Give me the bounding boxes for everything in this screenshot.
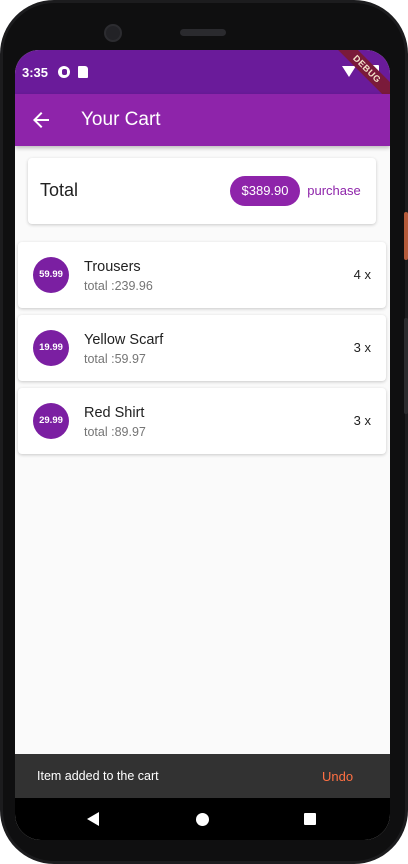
page-title: Your Cart: [81, 109, 161, 130]
sd-card-icon: [78, 66, 88, 78]
cart-content: Total $389.90 purchase 59.99 Trousers to…: [15, 146, 390, 754]
cart-item[interactable]: 19.99 Yellow Scarf total :59.97 3 x: [18, 315, 386, 381]
nav-recents-icon[interactable]: [304, 813, 316, 825]
power-button: [404, 212, 408, 260]
snackbar: Item added to the cart Undo: [15, 754, 390, 798]
undo-button[interactable]: Undo: [318, 767, 357, 786]
total-amount-chip: $389.90: [230, 176, 300, 206]
data-saver-icon: [58, 66, 70, 78]
app-bar: Your Cart: [15, 94, 390, 146]
price-avatar: 29.99: [33, 403, 69, 439]
price-avatar: 59.99: [33, 257, 69, 293]
total-label: Total: [40, 180, 79, 200]
item-quantity: 4 x: [353, 267, 371, 282]
total-card: Total $389.90 purchase: [28, 158, 376, 224]
screen: 3:35 DEBUG Your Cart Total $389.90 purch…: [15, 50, 390, 840]
snackbar-message: Item added to the cart: [37, 769, 159, 783]
back-button[interactable]: [29, 108, 53, 132]
system-nav-bar: [15, 798, 390, 840]
item-quantity: 3 x: [353, 340, 371, 355]
item-quantity: 3 x: [353, 413, 371, 428]
phone-frame: 3:35 DEBUG Your Cart Total $389.90 purch…: [0, 0, 408, 864]
item-total: total :89.97: [84, 425, 146, 439]
item-total: total :59.97: [84, 352, 146, 366]
nav-back-icon[interactable]: [87, 812, 99, 826]
item-name: Yellow Scarf: [84, 332, 164, 348]
front-camera: [104, 24, 122, 42]
cart-item[interactable]: 29.99 Red Shirt total :89.97 3 x: [18, 388, 386, 454]
earpiece-speaker: [180, 29, 226, 36]
item-total: total :239.96: [84, 279, 153, 293]
volume-button: [404, 318, 408, 414]
item-name: Trousers: [84, 259, 141, 275]
price-avatar: 19.99: [33, 330, 69, 366]
wifi-icon: [342, 66, 356, 77]
item-name: Red Shirt: [84, 405, 145, 421]
cart-item[interactable]: 59.99 Trousers total :239.96 4 x: [18, 242, 386, 308]
status-bar: 3:35 DEBUG: [15, 50, 390, 109]
status-time: 3:35: [22, 65, 49, 80]
arrow-back-icon: [33, 112, 49, 128]
nav-home-icon[interactable]: [196, 813, 209, 826]
purchase-button[interactable]: purchase: [300, 176, 368, 206]
